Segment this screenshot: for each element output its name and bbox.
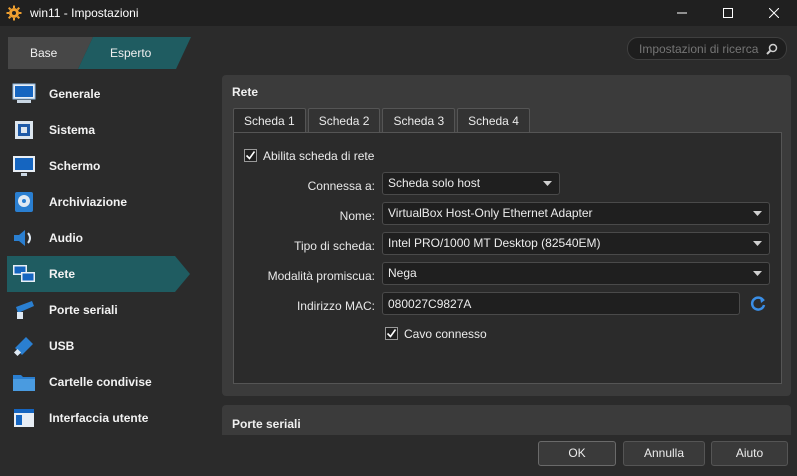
enable-adapter-checkbox[interactable] [244,149,257,162]
attached-to-label: Connessa a: [307,179,375,193]
mode-expert-option[interactable]: Esperto [110,37,151,69]
close-button[interactable] [751,0,797,26]
window-icon [12,406,36,430]
sidebar: Generale Sistema Schermo Archiviazione A… [0,76,215,436]
section-title: Rete [232,85,259,99]
network-icon [12,262,36,286]
sidebar-item-label: Interfaccia utente [49,411,149,425]
ok-button[interactable]: OK [538,441,616,466]
tab-content: Abilita scheda di rete Connessa a: Sched… [233,132,782,384]
refresh-icon [750,296,766,311]
adapter-type-label: Tipo di scheda: [294,239,375,253]
mac-address-label: Indirizzo MAC: [296,299,375,313]
tab-scheda-3[interactable]: Scheda 3 [382,108,456,132]
monitor-general-icon [12,82,36,106]
search-icon[interactable] [766,43,778,58]
sidebar-item-label: Archiviazione [49,195,128,209]
sidebar-item-generale[interactable]: Generale [0,76,215,112]
promiscuous-mode-label: Modalità promiscua: [267,269,375,283]
disk-icon [12,190,36,214]
section-title: Porte seriali [232,417,301,431]
refresh-mac-button[interactable] [749,294,767,312]
sidebar-item-rete[interactable]: Rete [0,256,215,292]
sidebar-item-label: USB [49,339,75,353]
attached-to-select[interactable]: Scheda solo host [382,172,560,195]
name-value: VirtualBox Host-Only Ethernet Adapter [388,206,593,220]
help-button[interactable]: Aiuto [711,441,788,466]
tab-scheda-2[interactable]: Scheda 2 [307,108,381,132]
promiscuous-mode-select[interactable]: Nega [382,262,770,285]
folder-icon [12,370,36,394]
chevron-down-icon [753,241,762,246]
attached-to-value: Scheda solo host [388,176,481,190]
minimize-icon [677,12,687,14]
sidebar-item-usb[interactable]: USB [0,328,215,364]
window-title: win11 - Impostazioni [30,6,139,20]
sidebar-item-schermo[interactable]: Schermo [0,148,215,184]
sidebar-item-sistema[interactable]: Sistema [0,112,215,148]
sidebar-item-label: Porte seriali [49,303,118,317]
check-icon [245,151,256,160]
serial-port-icon [12,298,36,322]
cancel-button[interactable]: Annulla [623,441,705,466]
speaker-icon [12,226,36,250]
usb-icon [12,334,36,358]
adapter-tabs: Scheda 1 Scheda 2 Scheda 3 Scheda 4 [233,108,532,133]
promiscuous-mode-value: Nega [388,266,417,280]
sidebar-item-label: Sistema [49,123,96,137]
mac-address-input[interactable] [382,292,740,315]
tab-scheda-1[interactable]: Scheda 1 [233,108,306,133]
sidebar-item-label: Schermo [49,159,101,173]
sidebar-item-archiviazione[interactable]: Archiviazione [0,184,215,220]
check-icon [386,329,397,338]
sidebar-item-label: Rete [49,267,76,281]
minimize-button[interactable] [659,0,705,26]
network-panel: Rete Scheda 1 Scheda 2 Scheda 3 Scheda 4… [222,75,791,396]
mode-base-option[interactable]: Base [30,37,57,69]
chip-icon [12,118,36,142]
close-icon [769,8,779,18]
chevron-down-icon [543,181,552,186]
sidebar-item-cartelle-condivise[interactable]: Cartelle condivise [0,364,215,400]
name-label: Nome: [339,209,375,223]
display-icon [12,154,36,178]
chevron-down-icon [753,211,762,216]
name-select[interactable]: VirtualBox Host-Only Ethernet Adapter [382,202,770,225]
adapter-type-select[interactable]: Intel PRO/1000 MT Desktop (82540EM) [382,232,770,255]
adapter-type-value: Intel PRO/1000 MT Desktop (82540EM) [388,236,601,250]
sidebar-item-label: Cartelle condivise [49,375,152,389]
sidebar-item-porte-seriali[interactable]: Porte seriali [0,292,215,328]
sidebar-item-label: Audio [49,231,83,245]
sidebar-item-audio[interactable]: Audio [0,220,215,256]
gear-icon [6,5,22,21]
cable-connected-checkbox[interactable] [385,327,398,340]
maximize-button[interactable] [705,0,751,26]
chevron-down-icon [753,271,762,276]
cable-connected-label[interactable]: Cavo connesso [404,327,487,341]
sidebar-item-label: Generale [49,87,101,101]
search-input[interactable] [639,41,761,56]
mode-toggle[interactable]: Base Esperto [8,37,191,69]
enable-adapter-label[interactable]: Abilita scheda di rete [263,149,374,163]
search-box[interactable] [627,37,787,60]
sidebar-item-interfaccia-utente[interactable]: Interfaccia utente [0,400,215,436]
maximize-icon [723,8,733,18]
serial-ports-panel: Porte seriali [222,405,791,435]
tab-scheda-4[interactable]: Scheda 4 [457,108,530,132]
title-bar: win11 - Impostazioni [0,0,797,26]
